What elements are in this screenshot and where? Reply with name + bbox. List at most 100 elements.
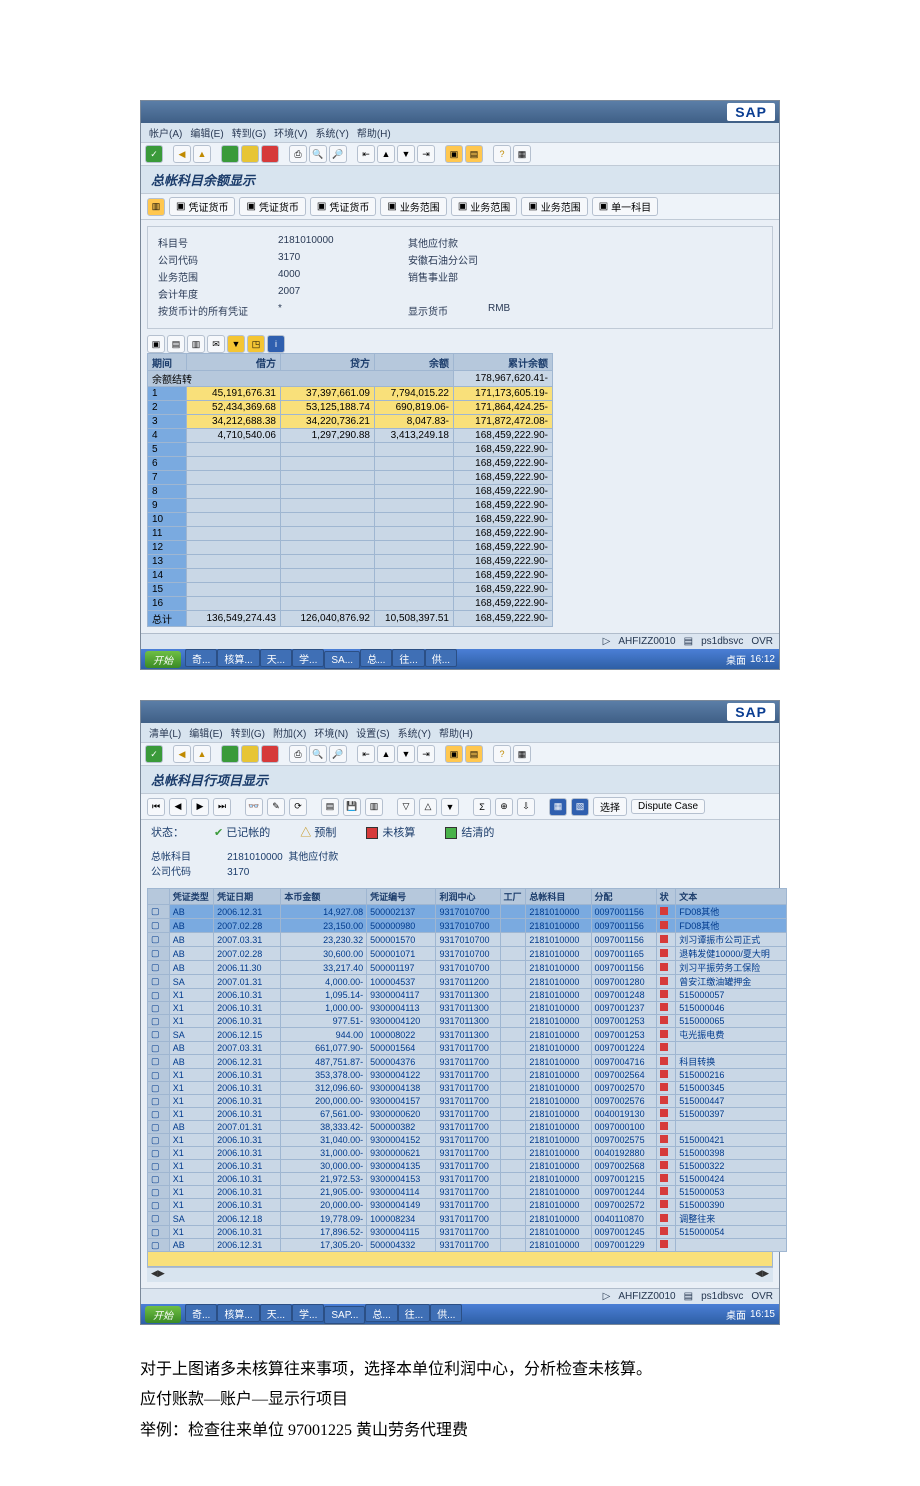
next-page-icon[interactable]: ▼ — [397, 745, 415, 763]
refresh-icon[interactable]: ⟳ — [289, 798, 307, 816]
variant-icon[interactable]: ▤ — [167, 335, 185, 353]
last-page-icon[interactable]: ⇥ — [417, 745, 435, 763]
prev-page-icon[interactable]: ▲ — [377, 745, 395, 763]
next-icon[interactable]: ▶ — [191, 798, 209, 816]
menu-item[interactable]: 环境(N) — [314, 729, 348, 740]
find-next-icon[interactable]: 🔎 — [329, 145, 347, 163]
chart-icon[interactable]: ◳ — [247, 335, 265, 353]
dispute-button[interactable]: Dispute Case — [631, 799, 705, 814]
ok-icon[interactable]: ✓ — [145, 745, 163, 763]
taskbar-item[interactable]: SAP... — [324, 1306, 365, 1324]
menu-item[interactable]: 附加(X) — [273, 729, 306, 740]
export-icon[interactable]: ▥ — [187, 335, 205, 353]
nav-yellow-icon[interactable] — [241, 745, 259, 763]
info-icon[interactable]: i — [267, 335, 285, 353]
help-icon[interactable]: ? — [493, 745, 511, 763]
layout-change-icon[interactable]: ▥ — [365, 798, 383, 816]
export-icon[interactable]: ⇩ — [517, 798, 535, 816]
save-layout-icon[interactable]: 💾 — [343, 798, 361, 816]
back-icon[interactable]: ◀ — [173, 145, 191, 163]
alv-mini-toolbar[interactable]: ▣ ▤ ▥ ✉ ▼ ◳ i — [147, 335, 773, 353]
filter-icon[interactable]: ▼ — [227, 335, 245, 353]
currency-button[interactable]: ▣ 单一科目 — [592, 197, 658, 216]
nav-green-icon[interactable] — [221, 145, 239, 163]
prev-icon[interactable]: ◀ — [169, 798, 187, 816]
taskbar-item[interactable]: 往... — [398, 1304, 430, 1322]
taskbar-item[interactable]: 奇... — [185, 1304, 217, 1322]
taskbar-item[interactable]: 天... — [260, 1304, 292, 1322]
menu-item[interactable]: 帮助(H) — [439, 729, 473, 740]
last-icon[interactable]: ⏭ — [213, 798, 231, 816]
last-page-icon[interactable]: ⇥ — [417, 145, 435, 163]
menu-bar[interactable]: 清单(L)编辑(E)转到(G)附加(X)环境(N)设置(S)系统(Y)帮助(H) — [141, 723, 779, 742]
menu-item[interactable]: 编辑(E) — [190, 129, 223, 140]
layout-icon[interactable]: ▦ — [513, 745, 531, 763]
ok-icon[interactable]: ✓ — [145, 145, 163, 163]
subtotal-icon[interactable]: ⊕ — [495, 798, 513, 816]
taskbar-item[interactable]: 总... — [365, 1304, 397, 1322]
taskbar-item[interactable]: 核算... — [217, 1304, 259, 1322]
up-icon[interactable]: ▲ — [193, 745, 211, 763]
menu-item[interactable]: 清单(L) — [149, 729, 181, 740]
line-items-table[interactable]: 凭证类型凭证日期本币金额凭证编号利润中心工厂总帐科目分配状文本▢AB2006.1… — [147, 888, 787, 1252]
toggle-icon[interactable]: ▦ — [549, 798, 567, 816]
details-icon[interactable]: ▣ — [147, 335, 165, 353]
layout-icon[interactable]: ▦ — [513, 145, 531, 163]
currency-button[interactable]: ▣ 业务范围 — [521, 197, 587, 216]
menu-item[interactable]: 转到(G) — [232, 129, 266, 140]
first-page-icon[interactable]: ⇤ — [357, 745, 375, 763]
taskbar-item[interactable]: 学... — [292, 649, 324, 667]
menu-item[interactable]: 帐户(A) — [149, 129, 182, 140]
currency-button[interactable]: ▣ 凭证货币 — [310, 197, 376, 216]
menu-item[interactable]: 系统(Y) — [315, 129, 348, 140]
back-icon[interactable]: ◀ — [173, 745, 191, 763]
application-toolbar[interactable]: ⏮ ◀ ▶ ⏭ 👓 ✎ ⟳ ▤ 💾 ▥ ▽ △ ▼ Σ ⊕ ⇩ ▦ ▧ 选择 D… — [141, 793, 779, 820]
up-icon[interactable]: ▲ — [193, 145, 211, 163]
start-button[interactable]: 开始 — [145, 651, 181, 668]
taskbar-item[interactable]: 学... — [292, 1304, 324, 1322]
find-icon[interactable]: 🔍 — [309, 145, 327, 163]
nav-green-icon[interactable] — [221, 745, 239, 763]
ledger-icon[interactable]: ▥ — [147, 198, 165, 216]
windows-taskbar[interactable]: 开始 奇...核算...天...学...SAP...总...往...供... 桌… — [141, 1304, 779, 1324]
menu-bar[interactable]: 帐户(A) 编辑(E) 转到(G) 环境(V) 系统(Y) 帮助(H) — [141, 123, 779, 142]
prev-page-icon[interactable]: ▲ — [377, 145, 395, 163]
config-icon[interactable]: ▧ — [571, 798, 589, 816]
nav-yellow-icon[interactable] — [241, 145, 259, 163]
taskbar-item[interactable]: 供... — [425, 649, 457, 667]
menu-item[interactable]: 帮助(H) — [357, 129, 391, 140]
sum-icon[interactable]: Σ — [473, 798, 491, 816]
new-window-icon[interactable]: ▣ — [445, 745, 463, 763]
nav-red-icon[interactable] — [261, 145, 279, 163]
taskbar-item[interactable]: 核算... — [217, 649, 259, 667]
taskbar-item[interactable]: 供... — [430, 1304, 462, 1322]
menu-item[interactable]: 环境(V) — [274, 129, 307, 140]
standard-toolbar[interactable]: ✓ ◀ ▲ ⎙ 🔍 🔎 ⇤ ▲ ▼ ⇥ ▣ ▤ ? ▦ — [141, 742, 779, 766]
taskbar-item[interactable]: 总... — [360, 649, 392, 667]
shortcut-icon[interactable]: ▤ — [465, 745, 483, 763]
print-icon[interactable]: ⎙ — [289, 145, 307, 163]
nav-red-icon[interactable] — [261, 745, 279, 763]
new-window-icon[interactable]: ▣ — [445, 145, 463, 163]
help-icon[interactable]: ? — [493, 145, 511, 163]
windows-taskbar[interactable]: 开始 奇...核算...天...学...SA...总...往...供... 桌面… — [141, 649, 779, 669]
standard-toolbar[interactable]: ✓ ◀ ▲ ⎙ 🔍 🔎 ⇤ ▲ ▼ ⇥ ▣ ▤ ? ▦ — [141, 142, 779, 166]
variant-icon[interactable]: ▤ — [321, 798, 339, 816]
find-icon[interactable]: 🔍 — [309, 745, 327, 763]
next-page-icon[interactable]: ▼ — [397, 145, 415, 163]
menu-item[interactable]: 编辑(E) — [189, 729, 222, 740]
first-page-icon[interactable]: ⇤ — [357, 145, 375, 163]
application-toolbar[interactable]: ▥ ▣ 凭证货币▣ 凭证货币▣ 凭证货币▣ 业务范围▣ 业务范围▣ 业务范围▣ … — [141, 193, 779, 220]
currency-button[interactable]: ▣ 凭证货币 — [169, 197, 235, 216]
taskbar-item[interactable]: 奇... — [185, 649, 217, 667]
print-icon[interactable]: ⎙ — [289, 745, 307, 763]
menu-item[interactable]: 转到(G) — [231, 729, 265, 740]
mail-icon[interactable]: ✉ — [207, 335, 225, 353]
taskbar-item[interactable]: 天... — [260, 649, 292, 667]
first-icon[interactable]: ⏮ — [147, 798, 165, 816]
shortcut-icon[interactable]: ▤ — [465, 145, 483, 163]
find-next-icon[interactable]: 🔎 — [329, 745, 347, 763]
currency-button[interactable]: ▣ 凭证货币 — [239, 197, 305, 216]
currency-button[interactable]: ▣ 业务范围 — [380, 197, 446, 216]
menu-item[interactable]: 设置(S) — [356, 729, 389, 740]
